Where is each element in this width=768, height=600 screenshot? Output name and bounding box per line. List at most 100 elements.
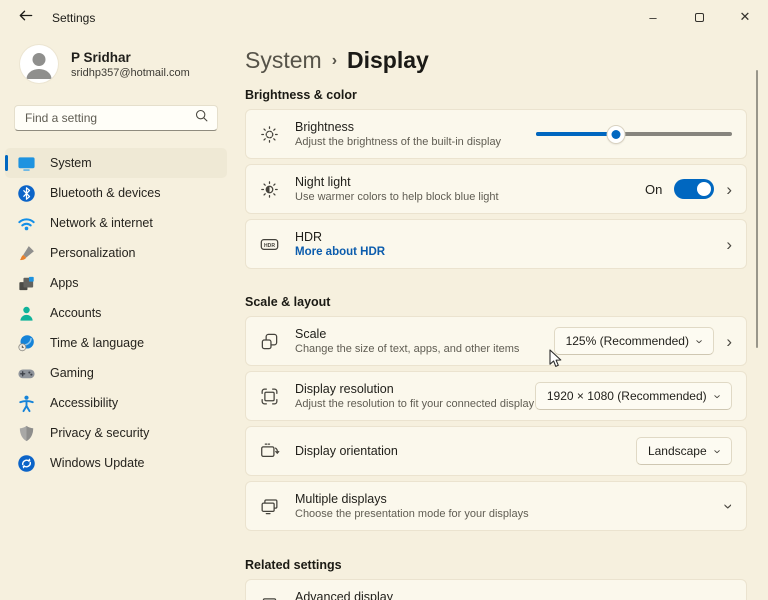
night-light-subtitle: Use warmer colors to help block blue lig… [295, 191, 499, 203]
display-resolution-icon [259, 386, 280, 407]
sidebar-item-system[interactable]: System [5, 148, 227, 178]
sidebar-item-label: Accounts [50, 306, 102, 320]
sidebar-item-accounts[interactable]: Accounts [5, 298, 227, 328]
multiple-displays-title: Multiple displays [295, 492, 387, 506]
user-email: sridhp357@hotmail.com [71, 66, 190, 79]
brightness-title: Brightness [295, 120, 355, 134]
breadcrumb-system[interactable]: System [245, 45, 322, 75]
display-resolution-row: Display resolution Adjust the resolution… [245, 371, 747, 421]
minimize-button[interactable]: – [630, 0, 676, 34]
sidebar-item-apps[interactable]: Apps [5, 268, 227, 298]
sidebar-item-privacy-security[interactable]: Privacy & security [5, 418, 227, 448]
page-title: Display [347, 47, 429, 73]
section-heading-scale-layout: Scale & layout [245, 295, 331, 309]
hdr-title: HDR [295, 230, 323, 244]
hdr-row[interactable]: HDR HDR More about HDR › [245, 219, 747, 269]
search-input[interactable] [25, 111, 194, 125]
chevron-down-icon: › [692, 338, 708, 344]
shield-icon [17, 424, 36, 443]
back-button[interactable] [12, 5, 38, 31]
search-icon [194, 108, 209, 128]
night-light-title: Night light [295, 175, 351, 189]
sidebar-item-label: Network & internet [50, 216, 153, 230]
scrollbar-thumb[interactable] [756, 70, 758, 348]
advanced-display-row[interactable]: Advanced display Display information, re… [245, 579, 747, 600]
sidebar: P Sridhar sridhp357@hotmail.com System [0, 36, 232, 600]
apps-grid-icon [17, 274, 36, 293]
titlebar: Settings – ✕ [0, 0, 768, 36]
user-name: P Sridhar [71, 49, 131, 65]
breadcrumb: System › Display [245, 44, 747, 76]
close-button[interactable]: ✕ [722, 0, 768, 34]
gamepad-icon [17, 364, 36, 383]
close-icon: ✕ [739, 9, 751, 24]
slider-thumb[interactable] [607, 125, 625, 143]
display-orientation-dropdown[interactable]: Landscape › [635, 437, 732, 465]
display-orientation-icon [259, 441, 280, 462]
night-light-toggle[interactable] [674, 179, 715, 199]
night-light-row[interactable]: Night light Use warmer colors to help bl… [245, 164, 747, 214]
sidebar-item-network-internet[interactable]: Network & internet [5, 208, 227, 238]
sidebar-item-personalization[interactable]: Personalization [5, 238, 227, 268]
multiple-displays-row[interactable]: Multiple displays Choose the presentatio… [245, 481, 747, 531]
display-orientation-title: Display orientation [295, 444, 398, 458]
scale-icon [259, 331, 280, 352]
hdr-link[interactable]: More about HDR [295, 246, 385, 258]
brightness-slider[interactable] [536, 125, 732, 143]
scale-subtitle: Change the size of text, apps, and other… [295, 343, 520, 355]
back-arrow-icon [17, 7, 34, 29]
brightness-icon [259, 124, 280, 145]
search-box[interactable] [14, 105, 218, 131]
scale-value: 125% (Recommended) [565, 334, 689, 348]
user-profile[interactable]: P Sridhar sridhp357@hotmail.com [20, 45, 216, 83]
maximize-button[interactable] [676, 0, 722, 34]
scale-dropdown[interactable]: 125% (Recommended) › [553, 327, 715, 355]
display-resolution-dropdown[interactable]: 1920 × 1080 (Recommended) › [534, 382, 732, 410]
avatar [20, 45, 58, 83]
section-heading-related-settings: Related settings [245, 558, 342, 572]
scale-title: Scale [295, 327, 327, 341]
breadcrumb-separator-icon: › [331, 52, 338, 69]
sidebar-nav: System Bluetooth & devices Network & int… [5, 148, 227, 478]
multiple-displays-icon [259, 496, 280, 517]
display-resolution-subtitle: Adjust the resolution to fit your connec… [295, 398, 535, 410]
sidebar-item-windows-update[interactable]: Windows Update [5, 448, 227, 478]
advanced-display-icon [259, 594, 280, 600]
sidebar-item-label: Apps [50, 276, 79, 290]
bluetooth-icon [17, 184, 36, 203]
paintbrush-icon [17, 244, 36, 263]
chevron-down-icon: › [710, 393, 726, 399]
sidebar-item-label: Bluetooth & devices [50, 186, 161, 200]
brightness-row: Brightness Adjust the brightness of the … [245, 109, 747, 159]
sidebar-item-gaming[interactable]: Gaming [5, 358, 227, 388]
chevron-right-icon: › [726, 179, 732, 199]
sidebar-item-label: System [50, 156, 92, 170]
globe-clock-icon [17, 334, 36, 353]
night-light-icon [259, 179, 280, 200]
display-orientation-row: Display orientation Landscape › [245, 426, 747, 476]
sidebar-item-label: Personalization [50, 246, 136, 260]
minimize-icon: – [649, 9, 657, 25]
multiple-displays-subtitle: Choose the presentation mode for your di… [295, 508, 529, 520]
sidebar-item-bluetooth-devices[interactable]: Bluetooth & devices [5, 178, 227, 208]
system-monitor-icon [17, 154, 36, 173]
svg-text:HDR: HDR [264, 242, 275, 248]
brightness-subtitle: Adjust the brightness of the built-in di… [295, 136, 502, 148]
section-heading-brightness-color: Brightness & color [245, 88, 357, 102]
sidebar-item-label: Privacy & security [50, 426, 150, 440]
hdr-icon: HDR [259, 234, 280, 255]
sidebar-item-accessibility[interactable]: Accessibility [5, 388, 227, 418]
sidebar-item-time-language[interactable]: Time & language [5, 328, 227, 358]
accessibility-figure-icon [17, 394, 36, 413]
chevron-right-icon: › [726, 331, 732, 351]
maximize-icon [694, 12, 704, 22]
display-resolution-title: Display resolution [295, 382, 394, 396]
scale-row[interactable]: Scale Change the size of text, apps, and… [245, 316, 747, 366]
display-orientation-value: Landscape [647, 444, 707, 458]
sidebar-item-label: Time & language [50, 336, 145, 350]
person-icon [17, 304, 36, 323]
app-title: Settings [52, 11, 96, 25]
chevron-down-icon: › [710, 448, 726, 454]
update-arrows-icon [17, 454, 36, 473]
display-resolution-value: 1920 × 1080 (Recommended) [546, 389, 707, 403]
